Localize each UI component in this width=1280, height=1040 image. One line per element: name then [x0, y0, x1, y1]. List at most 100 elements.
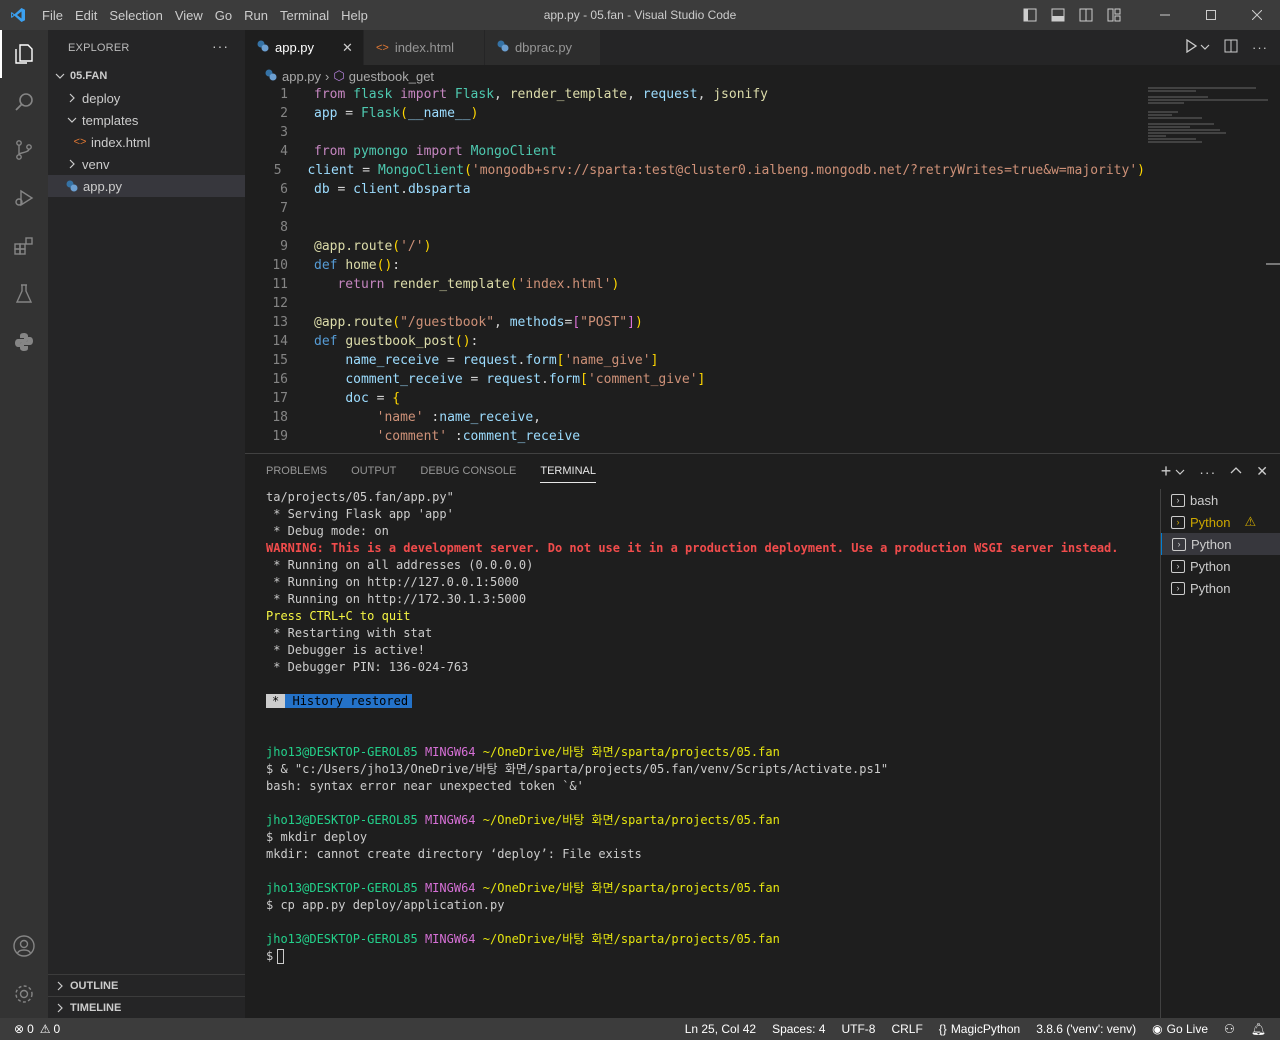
prompt-shell: MINGW64	[424, 745, 476, 759]
scrollbar-marker[interactable]	[1266, 263, 1280, 265]
python-icon[interactable]	[0, 318, 48, 366]
more-actions-icon[interactable]: ···	[212, 38, 229, 54]
menu-terminal[interactable]: Terminal	[274, 8, 335, 23]
search-icon[interactable]	[0, 78, 48, 126]
terminal-output[interactable]: ta/projects/05.fan/app.py" * Serving Fla…	[266, 489, 1146, 965]
terminal-bash[interactable]: › bash	[1161, 489, 1280, 511]
explorer-icon[interactable]	[0, 30, 48, 78]
tab-terminal[interactable]: TERMINAL	[540, 454, 596, 489]
go-live-button[interactable]: ◉ Go Live	[1152, 1022, 1208, 1036]
cursor-position[interactable]: Ln 25, Col 42	[685, 1022, 756, 1036]
line-number: 17	[272, 391, 288, 406]
more-actions-icon[interactable]: ···	[1252, 40, 1268, 55]
python-file-icon	[497, 40, 509, 55]
close-panel-icon[interactable]: ✕	[1256, 463, 1268, 480]
menu-go[interactable]: Go	[209, 8, 238, 23]
terminal-python-1[interactable]: › Python ⚠	[1161, 511, 1280, 533]
chevron-down-icon[interactable]	[1175, 464, 1185, 480]
html-file-icon: <>	[375, 41, 389, 54]
menu-selection[interactable]: Selection	[103, 8, 168, 23]
timeline-section[interactable]: TIMELINE	[48, 996, 245, 1018]
toggle-secondary-sidebar-icon[interactable]	[1072, 0, 1100, 30]
minimap[interactable]	[1148, 87, 1268, 167]
problems-status[interactable]: ⊗ 0 ⚠ 0	[0, 1022, 60, 1036]
python-interpreter[interactable]: 3.8.6 ('venv': venv)	[1036, 1022, 1136, 1036]
toggle-panel-icon[interactable]	[1044, 0, 1072, 30]
indentation[interactable]: Spaces: 4	[772, 1022, 825, 1036]
feedback-icon[interactable]: ⚇	[1224, 1022, 1235, 1036]
tab-index-html[interactable]: <> index.html	[363, 30, 485, 65]
settings-gear-icon[interactable]	[0, 970, 48, 1018]
error-icon: ⊗	[14, 1022, 25, 1036]
tab-app-py[interactable]: app.py ✕	[245, 30, 364, 65]
toggle-sidebar-icon[interactable]	[1016, 0, 1044, 30]
terminal-input-line[interactable]: $	[266, 948, 1146, 965]
html-file-icon: <>	[73, 136, 87, 148]
tab-problems[interactable]: PROBLEMS	[266, 454, 327, 489]
terminal-label: Python	[1190, 558, 1231, 574]
outline-section[interactable]: OUTLINE	[48, 974, 245, 996]
chevron-right-icon	[52, 1000, 68, 1016]
line-number: 16	[272, 372, 288, 387]
customize-layout-icon[interactable]	[1100, 0, 1128, 30]
terminal-label: Python	[1191, 536, 1232, 552]
code-line: app = Flask(__name__)	[314, 106, 479, 121]
tab-debug-console[interactable]: DEBUG CONSOLE	[420, 454, 516, 489]
tab-dbprac-py[interactable]: dbprac.py	[484, 30, 601, 65]
tree-item-app-py[interactable]: app.py	[48, 175, 245, 197]
run-debug-icon[interactable]	[0, 174, 48, 222]
split-editor-icon[interactable]	[1224, 39, 1238, 56]
language-mode[interactable]: {} MagicPython	[939, 1022, 1020, 1036]
line-number: 3	[280, 125, 288, 140]
code-line: 'comment' :comment_receive	[376, 429, 581, 444]
tree-item-templates[interactable]: templates	[48, 109, 245, 131]
workspace-root[interactable]: 05.FAN	[48, 65, 245, 87]
close-tab-icon[interactable]: ✕	[342, 40, 353, 56]
terminal-python-4[interactable]: › Python	[1161, 577, 1280, 599]
menu-run[interactable]: Run	[238, 8, 274, 23]
prompt-line: jho13@DESKTOP-GEROL85 MINGW64 ~/OneDrive…	[266, 880, 1146, 897]
tree-item-index-html[interactable]: <> index.html	[48, 131, 245, 153]
code-line: def home():	[314, 258, 401, 273]
chevron-right-icon: ›	[325, 68, 330, 84]
code-line: from pymongo import MongoClient	[314, 144, 557, 159]
close-window-icon[interactable]	[1234, 0, 1280, 30]
more-actions-icon[interactable]: ···	[1199, 464, 1216, 480]
menu-edit[interactable]: Edit	[69, 8, 103, 23]
line-number: 14	[272, 334, 288, 349]
terminal-python-3[interactable]: › Python	[1161, 555, 1280, 577]
terminal-line: * Debugger is active!	[266, 643, 425, 657]
line-number: 10	[272, 258, 288, 273]
braces-icon: {}	[938, 1022, 947, 1036]
breadcrumb-file[interactable]: app.py	[282, 69, 321, 84]
maximize-icon[interactable]	[1188, 0, 1234, 30]
breadcrumb-symbol[interactable]: guestbook_get	[349, 69, 434, 84]
terminal-python-2[interactable]: › Python	[1161, 533, 1280, 555]
code-editor[interactable]: 1 from flask import Flask, render_templat…	[245, 87, 1145, 453]
menu-file[interactable]: File	[36, 8, 69, 23]
end-of-line[interactable]: CRLF	[891, 1022, 922, 1036]
tab-output[interactable]: OUTPUT	[351, 454, 396, 489]
menu-help[interactable]: Help	[335, 8, 374, 23]
code-line: def guestbook_post():	[314, 334, 479, 349]
terminal-icon: ›	[1171, 559, 1185, 573]
notifications-bell-icon[interactable]: 🔔︎	[1251, 1022, 1266, 1036]
source-control-icon[interactable]	[0, 126, 48, 174]
tree-item-deploy[interactable]: deploy	[48, 87, 245, 109]
tree-item-venv[interactable]: venv	[48, 153, 245, 175]
extensions-icon[interactable]	[0, 222, 48, 270]
maximize-panel-icon[interactable]	[1230, 464, 1242, 480]
prompt-user: jho13@DESKTOP-GEROL85	[266, 813, 418, 827]
chevron-down-icon[interactable]	[1200, 40, 1210, 55]
language-label: MagicPython	[950, 1022, 1021, 1036]
minimize-icon[interactable]	[1142, 0, 1188, 30]
chevron-right-icon	[64, 156, 80, 172]
terminal-command: $ mkdir deploy	[266, 830, 368, 844]
run-python-file-icon[interactable]	[1184, 38, 1198, 56]
menu-view[interactable]: View	[169, 8, 209, 23]
new-terminal-icon[interactable]: +	[1161, 461, 1172, 482]
testing-icon[interactable]	[0, 270, 48, 318]
encoding[interactable]: UTF-8	[841, 1022, 875, 1036]
accounts-icon[interactable]	[0, 922, 48, 970]
